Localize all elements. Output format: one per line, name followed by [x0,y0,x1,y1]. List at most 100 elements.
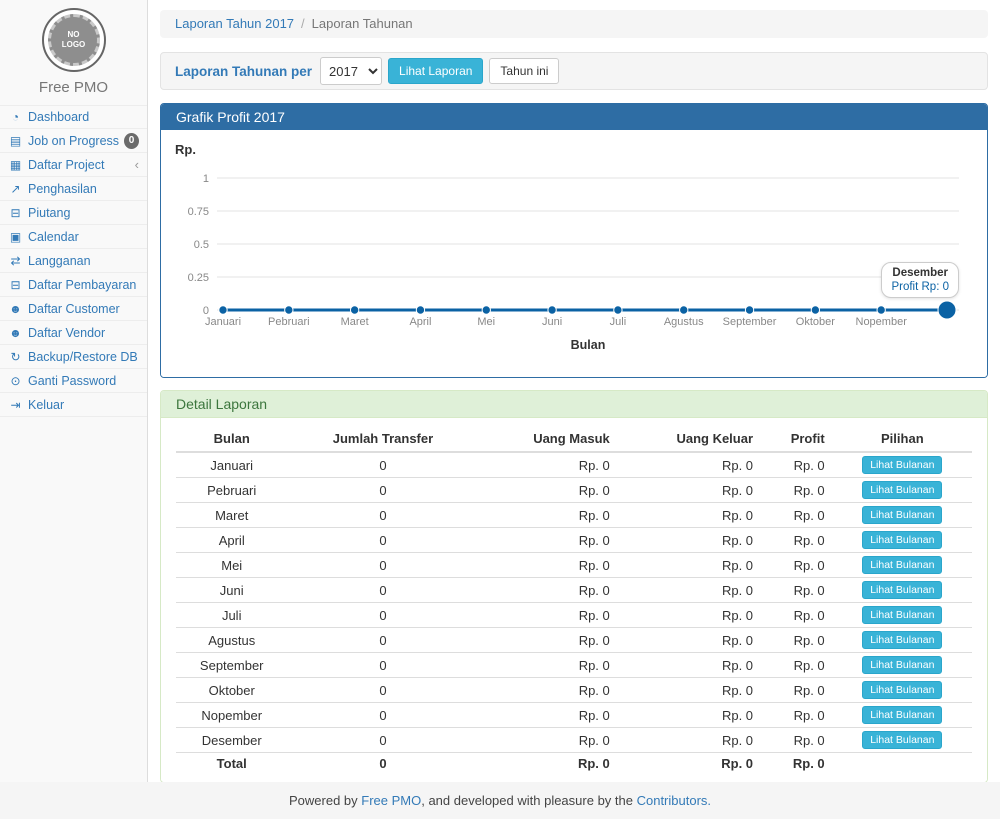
table-cell: Rp. 0 [761,452,833,478]
sidebar-item-ganti-password[interactable]: ⊙Ganti Password [0,369,147,393]
table-cell: 0 [287,728,478,753]
table-cell: Agustus [176,628,287,653]
breadcrumb-link-laporan-tahun[interactable]: Laporan Tahun 2017 [175,16,294,31]
y-tick-label: 0.25 [188,272,209,284]
sidebar-item-daftar-pembayaran[interactable]: ⊟ Daftar Pembayaran [0,273,147,297]
table-cell: Nopember [176,703,287,728]
lihat-bulanan-button-nopember[interactable]: Lihat Bulanan [862,706,942,724]
lock-icon: ⊙ [8,374,23,388]
data-point-januari[interactable] [219,306,227,314]
table-cell: Rp. 0 [761,678,833,703]
table-cell: 0 [287,478,478,503]
table-cell: 0 [287,553,478,578]
table-cell: Juni [176,578,287,603]
sidebar-item-label: Keluar [28,398,64,412]
view-report-button[interactable]: Lihat Laporan [388,58,483,84]
table-row-oktober: Oktober0Rp. 0Rp. 0Rp. 0Lihat Bulanan [176,678,972,703]
table-cell: Lihat Bulanan [833,653,972,678]
table-cell: Rp. 0 [478,452,617,478]
table-cell: Lihat Bulanan [833,528,972,553]
table-cell: Rp. 0 [618,653,761,678]
chart-y-axis-title: Rp. [175,142,196,157]
sidebar-item-keluar[interactable]: ⇥Keluar [0,393,147,417]
table-cell: Rp. 0 [478,678,617,703]
sidebar-item-penghasilan[interactable]: ↗Penghasilan [0,177,147,201]
year-select[interactable]: 2017 [320,57,382,85]
line-chart-icon: ↗ [8,182,23,196]
footer-link-contributors[interactable]: Contributors. [637,793,711,808]
table-cell: April [176,528,287,553]
data-point-juli[interactable] [614,306,622,314]
sidebar-item-piutang[interactable]: ⊟Piutang [0,201,147,225]
table-cell: Rp. 0 [478,653,617,678]
breadcrumb-separator: / [301,16,305,31]
table-cell: Lihat Bulanan [833,728,972,753]
lihat-bulanan-button-pebruari[interactable]: Lihat Bulanan [862,481,942,499]
y-tick-label: 1 [203,173,209,185]
lihat-bulanan-button-september[interactable]: Lihat Bulanan [862,656,942,674]
lihat-bulanan-button-juni[interactable]: Lihat Bulanan [862,581,942,599]
lihat-bulanan-button-maret[interactable]: Lihat Bulanan [862,506,942,524]
table-cell: Rp. 0 [761,503,833,528]
data-point-maret[interactable] [350,306,358,314]
chart-tooltip: Desember Profit Rp: 0 [881,262,959,298]
table-cell: 0 [287,603,478,628]
detail-report-panel: Detail Laporan Bulan Jumlah Transfer Uan… [160,390,988,783]
table-row-nopember: Nopember0Rp. 0Rp. 0Rp. 0Lihat Bulanan [176,703,972,728]
data-point-september[interactable] [745,306,753,314]
table-header-row: Bulan Jumlah Transfer Uang Masuk Uang Ke… [176,426,972,452]
header-jumlah-transfer: Jumlah Transfer [287,426,478,452]
sidebar-item-backup-restore-db[interactable]: ↻Backup/Restore DB [0,345,147,369]
sidebar-item-calendar[interactable]: ▣Calendar [0,225,147,249]
footer-text-2: , and developed with pleasure by the [421,793,636,808]
this-year-button[interactable]: Tahun ini [489,58,559,84]
money-icon: ⊟ [8,206,23,220]
x-tick-label: Pebruari [268,316,310,328]
sidebar-item-label: Backup/Restore DB [28,350,138,364]
table-cell: 0 [287,678,478,703]
money-icon: ⊟ [8,278,23,292]
x-tick-label: April [409,316,431,328]
table-cell: Lihat Bulanan [833,603,972,628]
header-uang-keluar: Uang Keluar [618,426,761,452]
data-point-oktober[interactable] [811,306,819,314]
data-point-agustus[interactable] [680,306,688,314]
footer-link-free-pmo[interactable]: Free PMO [361,793,421,808]
table-cell: Rp. 0 [478,753,617,775]
lihat-bulanan-button-mei[interactable]: Lihat Bulanan [862,556,942,574]
data-point-pebruari[interactable] [285,306,293,314]
sidebar-item-label: Daftar Pembayaran [28,278,136,292]
table-cell: Lihat Bulanan [833,503,972,528]
lihat-bulanan-button-juli[interactable]: Lihat Bulanan [862,606,942,624]
data-point-mei[interactable] [482,306,490,314]
y-tick-label: 0.75 [188,206,209,218]
sidebar-item-langganan[interactable]: ⇄Langganan [0,249,147,273]
table-cell [833,753,972,775]
sidebar-item-daftar-vendor[interactable]: ☻Daftar Vendor [0,321,147,345]
data-point-desember[interactable] [938,301,956,319]
lihat-bulanan-button-januari[interactable]: Lihat Bulanan [862,456,942,474]
sidebar-item-job-on-progress[interactable]: ▤Job on Progress0 [0,129,147,153]
profit-line-chart[interactable]: Rp.00.250.50.751JanuariPebruariMaretApri… [169,138,981,366]
users-icon: ☻ [8,326,23,340]
sidebar-item-daftar-customer[interactable]: ☻Daftar Customer [0,297,147,321]
report-filter-form: Laporan Tahunan per 2017 Lihat Laporan T… [160,52,988,90]
data-point-juni[interactable] [548,306,556,314]
table-cell: Rp. 0 [761,603,833,628]
table-cell: 0 [287,578,478,603]
table-cell: Rp. 0 [478,603,617,628]
lihat-bulanan-button-agustus[interactable]: Lihat Bulanan [862,631,942,649]
lihat-bulanan-button-desember[interactable]: Lihat Bulanan [862,731,942,749]
lihat-bulanan-button-oktober[interactable]: Lihat Bulanan [862,681,942,699]
tooltip-value: Profit Rp: 0 [891,281,949,293]
sidebar-item-dashboard[interactable]: ◔Dashboard [0,105,147,129]
lihat-bulanan-button-april[interactable]: Lihat Bulanan [862,531,942,549]
sidebar-item-daftar-project[interactable]: ▦Daftar Project‹ [0,153,147,177]
header-pilihan: Pilihan [833,426,972,452]
table-cell: Rp. 0 [618,478,761,503]
data-point-nopember[interactable] [877,306,885,314]
data-point-april[interactable] [416,306,424,314]
sidebar: NO LOGO Free PMO ◔Dashboard▤Job on Progr… [0,0,148,782]
table-row-mei: Mei0Rp. 0Rp. 0Rp. 0Lihat Bulanan [176,553,972,578]
sidebar-item-label: Calendar [28,230,79,244]
